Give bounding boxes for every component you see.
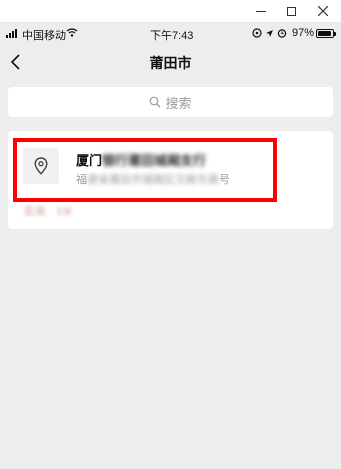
signal-icon — [6, 29, 20, 38]
maximize-icon — [286, 6, 296, 16]
result-list: 厦门银行莆田城厢支行 福建省莆田市城厢区文献东路号 距离 · 3米 — [8, 131, 333, 229]
result-title: 厦门银行莆田城厢支行 — [76, 150, 206, 169]
rotation-lock-icon — [252, 28, 262, 38]
result-address-visible: 福 — [76, 174, 87, 186]
alarm-icon — [277, 29, 287, 38]
status-bar: 中国移动 下午7:43 97% — [0, 23, 341, 43]
search-input[interactable]: 搜索 — [8, 87, 333, 117]
location-pin-icon — [23, 148, 59, 184]
battery-percent: 97% — [292, 27, 315, 39]
search-placeholder: 搜索 — [165, 95, 192, 111]
close-icon — [318, 6, 328, 16]
faded-distance-text: 距离 · 3米 — [24, 206, 73, 218]
page-title: 莆田市 — [149, 55, 192, 71]
result-address-suffix: 号 — [219, 174, 230, 186]
minimize-button[interactable] — [252, 2, 270, 20]
result-address-obscured: 建省莆田市城厢区文献东路 — [87, 174, 219, 186]
wifi-icon — [66, 28, 78, 37]
nav-bar: 莆田市 — [0, 43, 341, 81]
minimize-icon — [256, 10, 266, 12]
status-icons — [252, 28, 287, 38]
window-title-bar — [0, 0, 341, 23]
location-arrow-icon — [266, 29, 273, 37]
list-item[interactable]: 厦门银行莆田城厢支行 福建省莆田市城厢区文献东路号 — [8, 131, 333, 205]
result-title-obscured: 银行莆田城厢支行 — [102, 153, 207, 168]
battery-icon — [316, 29, 336, 38]
result-title-visible: 厦门 — [76, 153, 103, 168]
maximize-button[interactable] — [282, 2, 300, 20]
result-address: 福建省莆田市城厢区文献东路号 — [76, 171, 230, 187]
close-button[interactable] — [314, 2, 332, 20]
status-time: 下午7:43 — [150, 30, 194, 42]
search-icon — [149, 96, 161, 108]
carrier-name: 中国移动 — [22, 30, 66, 42]
